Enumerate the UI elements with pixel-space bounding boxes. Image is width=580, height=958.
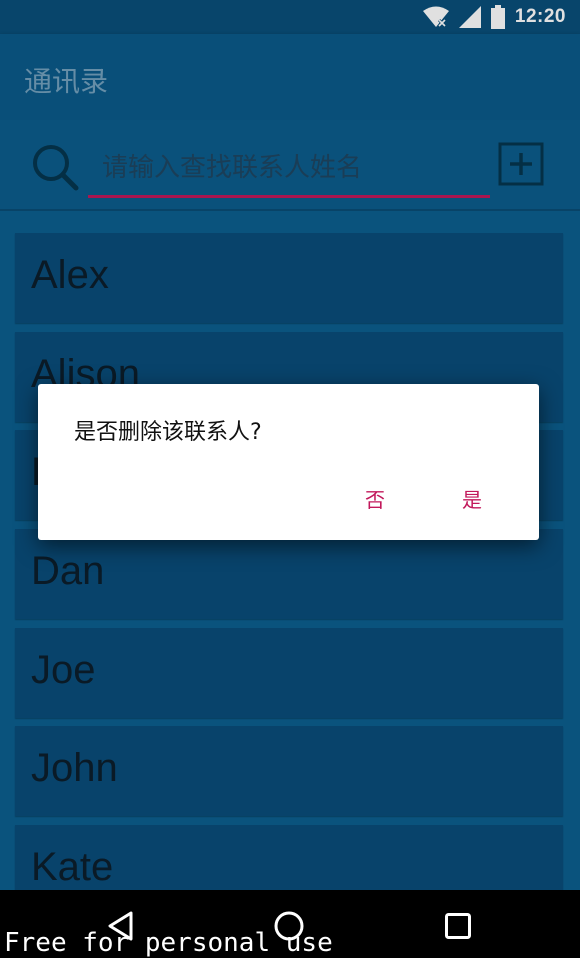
no-button[interactable]: 否 bbox=[365, 484, 385, 513]
recents-square-icon[interactable] bbox=[444, 912, 472, 940]
watermark-text: Free for personal use bbox=[4, 928, 333, 958]
yes-button[interactable]: 是 bbox=[462, 484, 482, 513]
dialog-message: 是否删除该联系人? bbox=[74, 420, 262, 445]
delete-confirm-dialog: 是否删除该联系人? 否 是 bbox=[38, 384, 539, 540]
